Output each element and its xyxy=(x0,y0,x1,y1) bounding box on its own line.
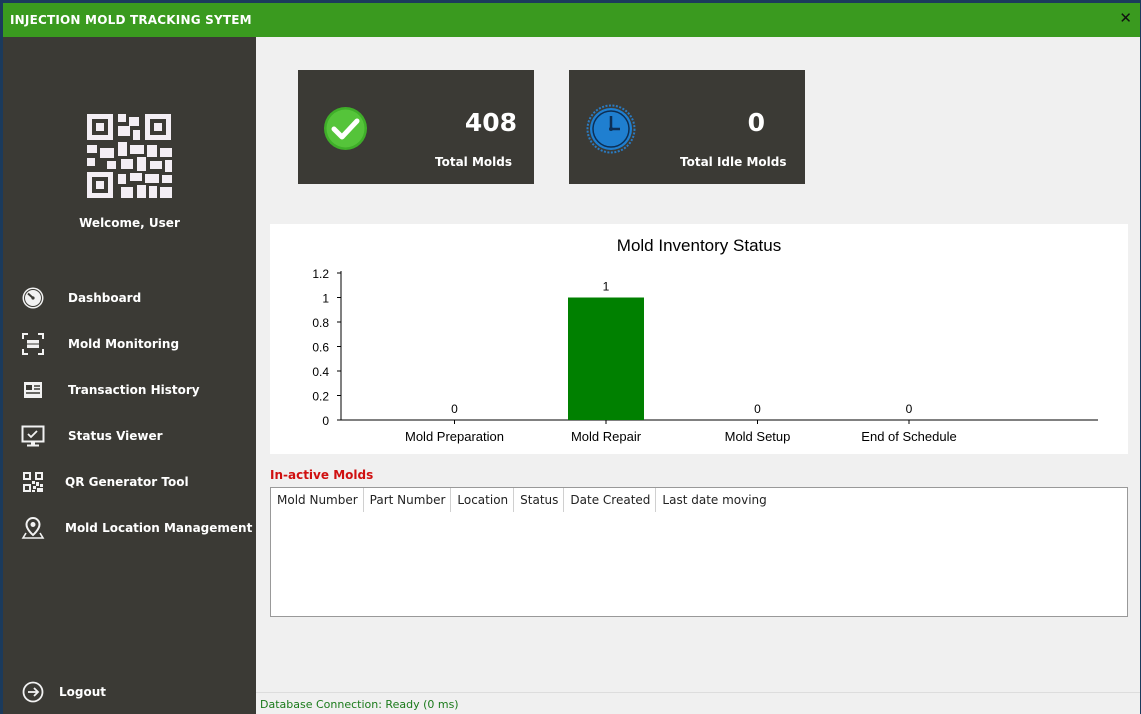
sidebar-item-label: Transaction History xyxy=(68,383,200,397)
location-pin-icon xyxy=(21,516,45,539)
column-header-status[interactable]: Status xyxy=(514,488,565,512)
clock-icon xyxy=(586,104,636,154)
status-bar: Database Connection: Ready (0 ms) xyxy=(256,692,1140,714)
y-tick-label: 0 xyxy=(322,414,329,428)
column-header-location[interactable]: Location xyxy=(451,488,515,512)
column-header-last-date-moving[interactable]: Last date moving xyxy=(656,488,771,512)
inactive-molds-grid[interactable]: Mold Number Part Number Location Status … xyxy=(270,487,1128,617)
column-header-date-created[interactable]: Date Created xyxy=(564,488,657,512)
title-bar: INJECTION MOLD TRACKING SYTEM ✕ xyxy=(3,3,1140,37)
close-icon[interactable]: ✕ xyxy=(1119,9,1132,27)
database-status-text: Database Connection: Ready (0 ms) xyxy=(260,698,459,711)
qr-logo-icon xyxy=(87,114,172,198)
sidebar-item-qr-generator[interactable]: QR Generator Tool xyxy=(3,465,256,499)
data-label: 1 xyxy=(603,280,610,294)
y-tick-label: 0.4 xyxy=(312,365,329,379)
sidebar-item-dashboard[interactable]: Dashboard xyxy=(3,281,256,315)
data-label: 0 xyxy=(754,402,761,416)
sidebar-item-status-viewer[interactable]: Status Viewer xyxy=(3,419,256,453)
total-idle-molds-value: 0 xyxy=(747,108,765,137)
x-tick-label: Mold Setup xyxy=(725,429,791,444)
sidebar-item-label: Mold Location Management xyxy=(65,521,253,535)
inactive-molds-title: In-active Molds xyxy=(270,468,374,482)
mold-inventory-chart-svg: Mold Inventory Status 0 0.2 0.4 0.6 0.8 1 1.2 0 M… xyxy=(312,236,1098,444)
sidebar: Welcome, User Dashboard Mold Monitoring xyxy=(3,37,256,714)
welcome-text: Welcome, User xyxy=(79,216,180,230)
app-window: INJECTION MOLD TRACKING SYTEM ✕ Welcome,… xyxy=(3,3,1140,714)
logout-label: Logout xyxy=(59,685,107,699)
check-circle-icon xyxy=(324,107,367,150)
y-tick-label: 0.6 xyxy=(312,341,329,355)
sidebar-item-mold-location[interactable]: Mold Location Management xyxy=(3,511,256,545)
logout-icon xyxy=(22,681,44,703)
logout-button[interactable]: Logout xyxy=(3,675,256,709)
y-tick-label: 0.2 xyxy=(312,390,329,404)
scan-frame-icon xyxy=(22,333,44,355)
y-tick-label: 1 xyxy=(322,292,329,306)
sidebar-item-label: Mold Monitoring xyxy=(68,337,180,351)
total-idle-molds-label: Total Idle Molds xyxy=(680,155,787,169)
total-idle-molds-card: 0 Total Idle Molds xyxy=(569,70,805,184)
total-molds-value: 408 xyxy=(464,108,517,137)
data-label: 0 xyxy=(906,402,913,416)
chart-title: Mold Inventory Status xyxy=(617,236,781,255)
app-title: INJECTION MOLD TRACKING SYTEM xyxy=(10,13,252,27)
column-header-mold-number[interactable]: Mold Number xyxy=(271,488,364,512)
sidebar-item-transaction-history[interactable]: Transaction History xyxy=(3,373,256,407)
sidebar-item-mold-monitoring[interactable]: Mold Monitoring xyxy=(3,327,256,361)
x-tick-label: Mold Preparation xyxy=(405,429,504,444)
sidebar-item-label: QR Generator Tool xyxy=(65,475,189,489)
dashboard-gauge-icon xyxy=(22,287,44,309)
x-tick-label: Mold Repair xyxy=(571,429,642,444)
mold-inventory-chart: Mold Inventory Status 0 0.2 0.4 0.6 0.8 1 1.2 0 M… xyxy=(270,224,1128,454)
data-label: 0 xyxy=(451,402,458,416)
total-molds-label: Total Molds xyxy=(435,155,512,169)
sidebar-item-label: Dashboard xyxy=(68,291,142,305)
bar-mold-repair xyxy=(568,297,644,420)
sidebar-item-label: Status Viewer xyxy=(68,429,163,443)
x-tick-label: End of Schedule xyxy=(861,429,956,444)
receipt-icon xyxy=(24,382,42,398)
column-header-part-number[interactable]: Part Number xyxy=(364,488,452,512)
total-molds-card: 408 Total Molds xyxy=(298,70,534,184)
qr-code-icon xyxy=(23,472,43,492)
y-tick-label: 1.2 xyxy=(312,267,329,281)
monitor-icon xyxy=(21,425,45,447)
grid-header-row: Mold Number Part Number Location Status … xyxy=(271,488,1127,512)
y-tick-label: 0.8 xyxy=(312,316,329,330)
